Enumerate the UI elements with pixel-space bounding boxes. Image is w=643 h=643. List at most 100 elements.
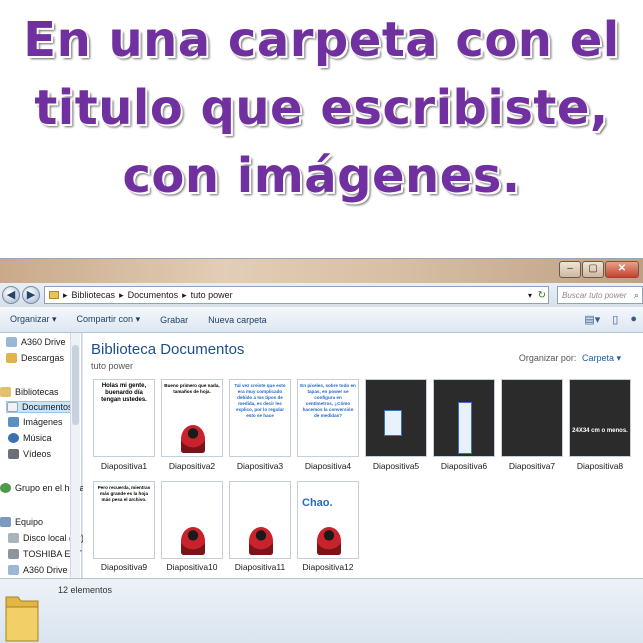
share-button[interactable]: Compartir con ▾ — [77, 314, 141, 325]
nav-item-label: Bibliotecas — [15, 387, 59, 397]
page-shape — [384, 410, 402, 436]
file-name[interactable]: Diapositiva10 — [157, 562, 227, 572]
nav-item-documentos[interactable]: Documentos — [6, 401, 73, 413]
file-name[interactable]: Diapositiva11 — [225, 562, 295, 572]
nav-item-label: Vídeos — [23, 449, 52, 459]
nav-item-label: Imágenes — [23, 417, 63, 427]
file-thumbnail-diapositiva8[interactable]: 24X34 cm o menos. — [569, 379, 631, 457]
breadcrumb-documentos[interactable]: Documentos — [128, 290, 179, 300]
chevron-down-icon[interactable]: ▾ — [528, 291, 532, 300]
view-options-icon[interactable]: ▤▾ — [584, 313, 600, 326]
scrollbar-thumb[interactable] — [72, 345, 79, 425]
nav-item-equipo[interactable]: Equipo — [0, 517, 43, 527]
search-input[interactable]: Buscar tuto power ⌕ — [557, 286, 643, 304]
file-thumbnail-diapositiva2[interactable]: Bueno primero que nada, tamaños de hoja. — [161, 379, 223, 457]
thumbnail-text: Holas mi gente, buenardo día tengan uste… — [101, 383, 147, 403]
breadcrumb-separator-icon: ▸ — [119, 289, 124, 300]
file-name[interactable]: Diapositiva7 — [497, 461, 567, 471]
breadcrumb-separator-icon: ▸ — [182, 289, 187, 300]
file-name[interactable]: Diapositiva2 — [157, 461, 227, 471]
breadcrumb-separator-icon: ▸ — [63, 289, 68, 300]
music-icon — [8, 433, 19, 443]
command-toolbar: Organizar ▾ Compartir con ▾ Grabar Nueva… — [0, 307, 643, 333]
nav-item-bibliotecas[interactable]: Bibliotecas — [0, 387, 59, 397]
nav-item-label: Equipo — [15, 517, 44, 527]
cloud-drive-icon — [6, 337, 17, 347]
character-image — [181, 425, 205, 453]
item-count: 12 elementos — [58, 585, 113, 595]
file-name[interactable]: Diapositiva3 — [225, 461, 295, 471]
nav-item-videos[interactable]: Vídeos — [8, 449, 51, 459]
search-placeholder: Buscar tuto power — [562, 290, 627, 300]
pictures-icon — [8, 417, 19, 427]
headline-title: En una carpeta con el titulo que escribi… — [23, 12, 620, 204]
nav-item-label: A360 Drive — [21, 337, 66, 347]
file-thumbnail-diapositiva11[interactable] — [229, 481, 291, 559]
file-name[interactable]: Diapositiva6 — [429, 461, 499, 471]
nav-item-imagenes[interactable]: Imágenes — [8, 417, 63, 427]
close-button[interactable]: ✕ — [605, 261, 639, 278]
forward-arrow-icon[interactable]: ▶ — [22, 286, 40, 304]
explorer-window: – ▢ ✕ ◀ ▶ ▸ Bibliotecas ▸ Documentos ▸ t… — [0, 258, 643, 643]
arrange-by: Organizar por: Carpeta ▾ — [519, 353, 621, 364]
refresh-icon[interactable]: ↻ — [538, 290, 546, 301]
library-subtitle: tuto power — [91, 361, 134, 371]
library-title: Biblioteca Documentos — [91, 341, 245, 358]
file-thumbnail-diapositiva6[interactable] — [433, 379, 495, 457]
back-arrow-icon[interactable]: ◀ — [2, 286, 20, 304]
nav-item-label: A360 Drive — [23, 565, 68, 575]
folder-icon — [5, 596, 39, 642]
character-image — [249, 527, 273, 555]
thumbnail-text — [366, 380, 426, 383]
computer-icon — [0, 517, 11, 527]
minimize-button[interactable]: – — [559, 261, 581, 278]
maximize-button[interactable]: ▢ — [582, 261, 604, 278]
file-thumbnail-diapositiva10[interactable] — [161, 481, 223, 559]
file-name[interactable]: Diapositiva12 — [293, 562, 363, 572]
file-name[interactable]: Diapositiva5 — [361, 461, 431, 471]
arrange-dropdown[interactable]: Carpeta ▾ — [582, 353, 621, 363]
preview-pane-icon[interactable]: ▯ — [612, 313, 618, 326]
file-thumbnail-diapositiva5[interactable] — [365, 379, 427, 457]
view-controls: ▤▾ ▯ ● — [584, 313, 637, 326]
search-icon[interactable]: ⌕ — [634, 290, 639, 301]
file-thumbnail-diapositiva7[interactable] — [501, 379, 563, 457]
file-thumbnail-diapositiva9[interactable]: Pero recuerda, mientras más grande es la… — [93, 481, 155, 559]
thumbnail-text — [230, 482, 290, 485]
address-box[interactable]: ▸ Bibliotecas ▸ Documentos ▸ tuto power … — [44, 286, 549, 304]
new-folder-button[interactable]: Nueva carpeta — [208, 315, 267, 325]
thumbnail-text: Pero recuerda, mientras más grande es la… — [97, 485, 151, 502]
file-name[interactable]: Diapositiva1 — [89, 461, 159, 471]
nav-item-descargas[interactable]: Descargas — [6, 353, 64, 363]
libraries-icon — [0, 387, 11, 397]
videos-icon — [8, 449, 19, 459]
file-name[interactable]: Diapositiva9 — [89, 562, 159, 572]
cloud-drive-icon — [8, 565, 19, 575]
nav-item-musica[interactable]: Música — [8, 433, 52, 443]
nav-scrollbar[interactable] — [70, 333, 80, 578]
file-thumbnail-diapositiva1[interactable]: Holas mi gente, buenardo día tengan uste… — [93, 379, 155, 457]
nav-item-a360-drive-2[interactable]: A360 Drive — [8, 565, 68, 575]
character-image — [181, 527, 205, 555]
burn-button[interactable]: Grabar — [160, 315, 188, 325]
thumbnail-text: Tal vez creiste que esto era muy complic… — [234, 383, 286, 418]
title-bar[interactable]: – ▢ ✕ — [0, 259, 643, 283]
file-name[interactable]: Diapositiva8 — [565, 461, 635, 471]
homegroup-icon — [0, 483, 11, 493]
breadcrumb-tuto-power[interactable]: tuto power — [191, 290, 233, 300]
thumbnail-text: 24X34 cm o menos. — [572, 428, 628, 434]
address-bar-row: ◀ ▶ ▸ Bibliotecas ▸ Documentos ▸ tuto po… — [0, 283, 643, 307]
hard-drive-icon — [8, 533, 19, 543]
help-icon[interactable]: ● — [630, 313, 637, 326]
organize-button[interactable]: Organizar ▾ — [10, 314, 57, 325]
file-name[interactable]: Diapositiva4 — [293, 461, 363, 471]
arrange-label: Organizar por: — [518, 353, 577, 363]
downloads-icon — [6, 353, 17, 363]
breadcrumb-bibliotecas[interactable]: Bibliotecas — [72, 290, 116, 300]
file-thumbnail-diapositiva4[interactable]: En pixeles, sobre todo en tapas, en powe… — [297, 379, 359, 457]
file-thumbnail-diapositiva12[interactable]: Chao. — [297, 481, 359, 559]
nav-item-a360-drive[interactable]: A360 Drive — [6, 337, 66, 347]
page-shape — [458, 402, 472, 454]
file-thumbnail-diapositiva3[interactable]: Tal vez creiste que esto era muy complic… — [229, 379, 291, 457]
thumbnail-text: Bueno primero que nada, tamaños de hoja. — [164, 383, 220, 394]
